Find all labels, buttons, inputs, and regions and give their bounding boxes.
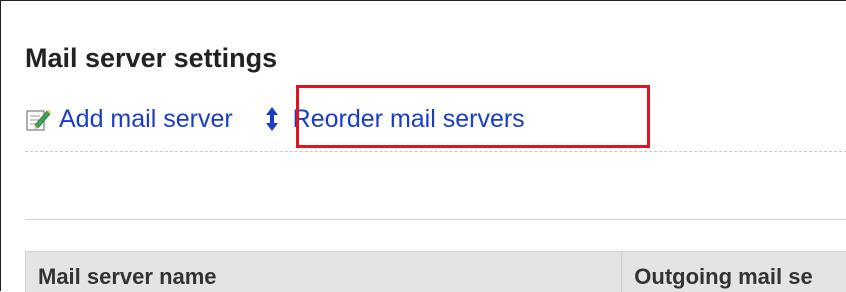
edit-add-icon — [26, 109, 51, 131]
page-title: Mail server settings — [25, 43, 278, 73]
column-header-outgoing-mail-server[interactable]: Outgoing mail se — [622, 252, 846, 292]
add-mail-server-label: Add mail server — [59, 104, 233, 133]
add-mail-server-link[interactable]: Add mail server — [25, 105, 233, 134]
settings-panel: Mail server settings Add mail server Reo… — [0, 0, 846, 292]
column-header-mail-server-name[interactable]: Mail server name — [26, 252, 623, 292]
reorder-arrows-icon — [265, 107, 278, 131]
highlight-box — [296, 85, 650, 148]
dotted-divider — [25, 151, 846, 152]
section-divider — [25, 219, 846, 220]
mail-server-table-header: Mail server name Outgoing mail se — [25, 251, 846, 292]
